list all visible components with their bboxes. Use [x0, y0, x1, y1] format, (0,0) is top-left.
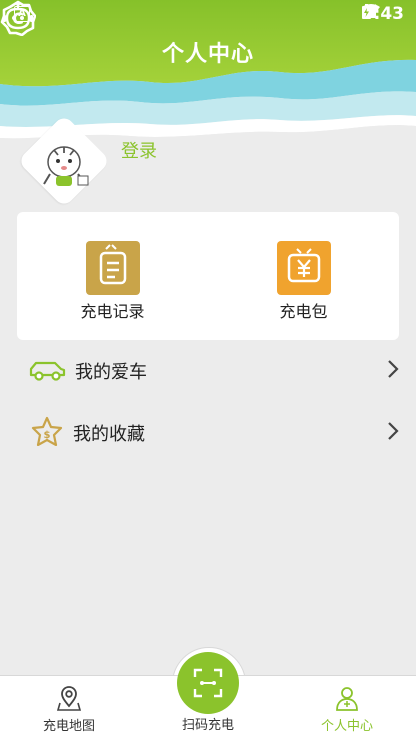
charging-package-label: 充电包 [279, 302, 328, 321]
tab-label: 扫码充电 [181, 718, 234, 733]
page-title: 个人中心 [161, 42, 254, 67]
tab-label: 充电地图 [42, 719, 95, 734]
svg-text:$: $ [44, 430, 51, 441]
map-pin-icon [56, 686, 82, 711]
charging-package-button[interactable]: 充电包 [208, 212, 399, 340]
person-icon [336, 687, 358, 711]
tab-label: 个人中心 [320, 719, 373, 734]
svg-text:C: C [12, 9, 24, 28]
tiger-mascot-icon [43, 146, 89, 186]
menu-item-label: 我的爱车 [75, 362, 147, 383]
menu-item-my-car[interactable]: 我的爱车 [0, 340, 416, 402]
car-icon [29, 361, 66, 381]
records-icon [85, 241, 140, 295]
charging-records-button[interactable]: 充电记录 [17, 212, 208, 340]
status-right: 3:43 [361, 4, 404, 24]
menu-item-label: 我的收藏 [73, 424, 145, 445]
scan-icon [193, 668, 223, 698]
chevron-right-icon [388, 422, 399, 440]
menu-item-my-favorites[interactable]: $ 我的收藏 [0, 402, 416, 464]
shortcut-card: 充电记录 充电包 [17, 212, 399, 340]
chevron-right-icon [388, 360, 399, 378]
settings-icon[interactable]: C [0, 0, 36, 36]
status-bar: A 3:43 [0, 0, 416, 30]
scan-button[interactable] [177, 652, 239, 714]
package-icon [276, 241, 331, 295]
login-link[interactable]: 登录 [121, 137, 157, 163]
battery-icon [361, 4, 371, 19]
tab-charging-map[interactable]: 充电地图 [0, 676, 138, 739]
tab-personal-center[interactable]: 个人中心 [278, 676, 416, 739]
charging-records-label: 充电记录 [80, 302, 145, 321]
star-icon: $ [31, 416, 63, 446]
